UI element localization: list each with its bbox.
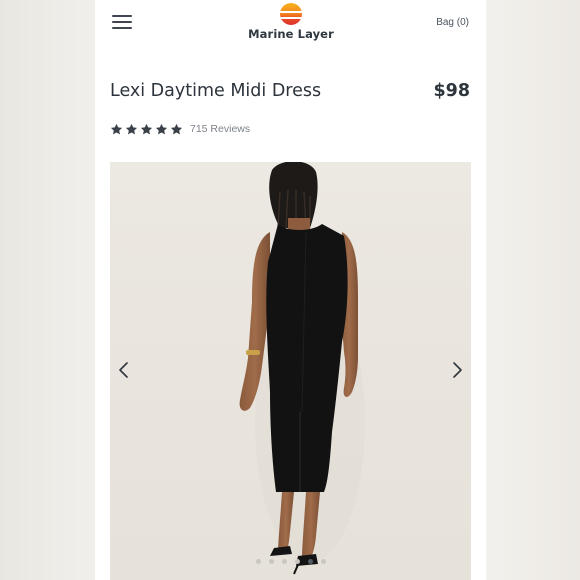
hamburger-menu-icon[interactable] xyxy=(112,15,132,30)
star-icon xyxy=(140,123,153,136)
bag-link[interactable]: Bag (0) xyxy=(436,17,469,28)
carousel-dot[interactable] xyxy=(294,559,300,564)
chevron-left-icon[interactable] xyxy=(116,361,132,379)
product-price: $98 xyxy=(433,81,470,101)
reviews-link[interactable]: 715 Reviews xyxy=(190,123,250,135)
star-icon xyxy=(155,123,168,136)
product-image-carousel[interactable] xyxy=(110,162,471,580)
star-icon xyxy=(110,123,123,136)
carousel-dot-active[interactable] xyxy=(307,559,313,564)
background-left xyxy=(0,0,95,580)
carousel-dot[interactable] xyxy=(281,559,287,564)
sunset-logo-icon xyxy=(280,3,302,25)
star-icon xyxy=(170,123,183,136)
brand-logo[interactable]: Marine Layer xyxy=(241,3,341,41)
menu-line xyxy=(112,15,132,17)
rating-row: 715 Reviews xyxy=(110,121,250,137)
product-photo xyxy=(110,162,471,580)
chevron-right-icon[interactable] xyxy=(449,361,465,379)
brand-name: Marine Layer xyxy=(248,27,334,41)
carousel-dot[interactable] xyxy=(255,559,261,564)
menu-line xyxy=(112,27,132,29)
carousel-dots xyxy=(110,559,471,567)
carousel-dot[interactable] xyxy=(320,559,326,564)
background-right xyxy=(486,0,580,580)
product-page: Marine Layer Bag (0) Lexi Daytime Midi D… xyxy=(95,0,486,580)
product-title: Lexi Daytime Midi Dress xyxy=(110,81,322,101)
site-header: Marine Layer Bag (0) xyxy=(95,0,486,48)
menu-line xyxy=(112,21,132,23)
carousel-dot[interactable] xyxy=(268,559,274,564)
star-icon xyxy=(125,123,138,136)
